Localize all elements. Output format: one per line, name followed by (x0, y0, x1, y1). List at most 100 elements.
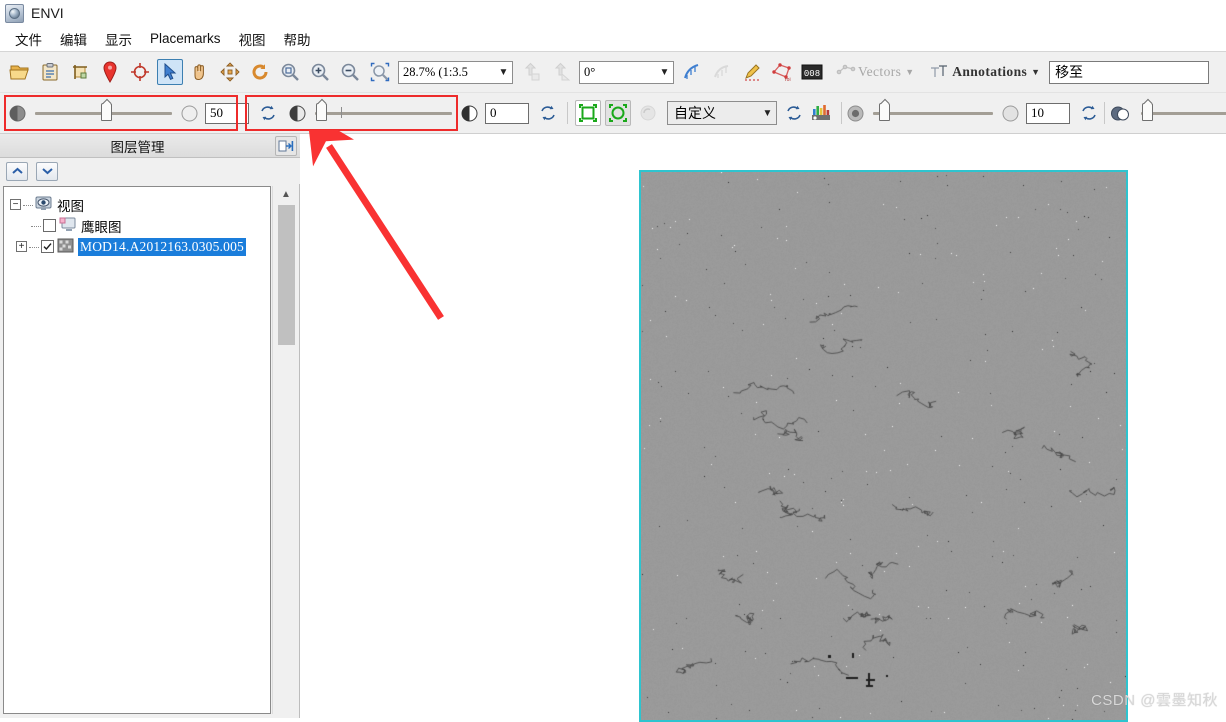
zoom-fit-icon[interactable] (277, 59, 303, 85)
expander-expand-icon[interactable]: + (16, 241, 27, 252)
envi-globe-icon (5, 3, 24, 23)
transparency-thumb[interactable] (101, 102, 112, 121)
menu-display[interactable]: 显示 (96, 27, 141, 51)
main-toolbar: 28.7% (1:3.5 ▼ 0° ▼ roi 008 Vectors ▼ An… (0, 52, 1226, 93)
menu-file[interactable]: 文件 (6, 27, 51, 51)
go-up-layer-icon[interactable] (518, 59, 544, 85)
sharpen-track[interactable] (873, 102, 993, 121)
brightness-track[interactable] (315, 102, 452, 121)
crop-icon[interactable] (67, 59, 93, 85)
layer-panel-scrollbar[interactable]: ▲ (272, 186, 299, 714)
raster-layer-icon (57, 238, 74, 256)
display-toolbar: 50 0 自定义 ▼ 10 (0, 93, 1226, 134)
svg-text:roi: roi (785, 77, 791, 82)
chevron-down-icon: ▼ (1031, 67, 1041, 77)
blend-track[interactable] (1141, 102, 1226, 121)
raster-image (641, 172, 1126, 720)
reset-brightness-icon[interactable] (538, 103, 558, 123)
blend-slider[interactable]: 0 (1110, 102, 1226, 124)
brightness-thumb[interactable] (316, 102, 327, 121)
reset-stretch-icon[interactable] (784, 103, 804, 123)
layer-manager-header: 图层管理 (0, 134, 300, 158)
zoom-select-icon[interactable] (367, 59, 393, 85)
layer-tree[interactable]: − 视图 鹰眼图 + MOD14.A2012163.0305.005 (3, 186, 271, 714)
watermark-text: CSDN @雲墨知秋 (1091, 692, 1218, 709)
menu-edit[interactable]: 编辑 (51, 27, 96, 51)
goto-input[interactable]: 移至 (1049, 60, 1210, 84)
svg-text:008: 008 (804, 69, 820, 79)
menu-view[interactable]: 视图 (230, 27, 275, 51)
layer-tree-root-label: 视图 (57, 198, 84, 214)
select-cursor-icon[interactable] (157, 59, 183, 85)
view-eye-icon (35, 196, 52, 214)
transparency-value[interactable]: 50 (205, 102, 249, 124)
move-arrows-icon[interactable] (217, 59, 243, 85)
image-view-canvas[interactable]: CSDN @雲墨知秋 (300, 134, 1226, 722)
sharpen-slider[interactable]: 10 (847, 102, 1099, 124)
pin-panel-icon[interactable] (275, 135, 297, 156)
layer-tree-item-raster-label: MOD14.A2012163.0305.005 (78, 237, 246, 256)
zoom-level-combo[interactable]: 28.7% (1:3.5 ▼ (398, 60, 513, 84)
roi-pencil-icon[interactable] (739, 59, 765, 85)
stretch-type-combo[interactable]: 自定义 ▼ (667, 101, 777, 125)
reset-transparency-icon[interactable] (258, 103, 278, 123)
rotate-icon[interactable] (247, 59, 273, 85)
raster-visibility-checkbox[interactable] (41, 240, 54, 253)
layer-manager-panel: 图层管理 − 视图 鹰眼图 + MOD14.A2012163.0305.005 … (0, 134, 300, 718)
measure-alt-icon[interactable] (709, 59, 735, 85)
go-up-layer-alt-icon[interactable] (548, 59, 574, 85)
zoom-out-icon[interactable] (337, 59, 363, 85)
stretch-circle-icon[interactable] (605, 100, 631, 126)
layer-tree-item-overview[interactable]: 鹰眼图 (4, 215, 270, 236)
zoom-level-value: 28.7% (1:3.5 (403, 64, 468, 79)
scrollbar-thumb[interactable] (278, 205, 295, 345)
placemark-pin-icon[interactable] (97, 59, 123, 85)
sharpen-thumb[interactable] (879, 102, 890, 121)
clipboard-icon[interactable] (37, 59, 63, 85)
transparency-track[interactable] (35, 102, 172, 121)
stretch-refresh-icon[interactable] (635, 100, 661, 126)
pan-hand-icon[interactable] (187, 59, 213, 85)
crosshair-icon[interactable] (127, 59, 153, 85)
overview-visibility-checkbox[interactable] (43, 219, 56, 232)
menu-bar: 文件 编辑 显示 Placemarks 视图 帮助 (0, 26, 1226, 52)
move-layer-down-button[interactable] (36, 161, 58, 181)
brightness-alt-icon (461, 105, 478, 122)
rotation-combo[interactable]: 0° ▼ (579, 60, 674, 84)
chevron-down-icon: ▼ (498, 66, 509, 78)
chevron-down-icon: ▼ (659, 66, 670, 78)
roi-tool-icon[interactable]: roi (769, 59, 795, 85)
brightness-icon (289, 105, 306, 122)
menu-help[interactable]: 帮助 (275, 27, 320, 51)
tree-connector (23, 204, 33, 206)
histogram-icon[interactable] (808, 100, 834, 126)
open-file-icon[interactable] (7, 59, 33, 85)
expander-collapse-icon[interactable]: − (10, 199, 21, 210)
brightness-slider[interactable]: 0 (289, 102, 558, 124)
transparency-slider[interactable]: 50 (9, 102, 278, 124)
opacity-none-icon (181, 105, 198, 122)
stretch-type-value: 自定义 (674, 105, 716, 121)
layer-tree-item-overview-label: 鹰眼图 (81, 219, 122, 235)
vectors-label: Vectors (858, 64, 902, 79)
blend-thumb[interactable] (1142, 102, 1153, 121)
layer-tree-root[interactable]: − 视图 (4, 194, 270, 215)
sharpen-icon (847, 105, 864, 122)
stretch-square-icon[interactable] (575, 100, 601, 126)
annotations-label: Annotations (952, 64, 1028, 79)
measure-icon[interactable] (679, 59, 705, 85)
raster-image-frame[interactable] (639, 170, 1128, 722)
layer-manager-title: 图层管理 (110, 139, 165, 155)
window-title: ENVI (31, 5, 64, 21)
zoom-in-icon[interactable] (307, 59, 333, 85)
annotations-menu[interactable]: Annotations ▼ (928, 63, 1040, 81)
sharpen-value[interactable]: 10 (1026, 102, 1070, 124)
menu-placemarks[interactable]: Placemarks (141, 29, 230, 48)
vectors-menu[interactable]: Vectors ▼ (836, 63, 914, 81)
layer-tree-item-raster[interactable]: + MOD14.A2012163.0305.005 (4, 236, 270, 257)
pixel-value-icon[interactable]: 008 (799, 59, 825, 85)
move-layer-up-button[interactable] (6, 161, 28, 181)
reset-sharpen-icon[interactable] (1079, 103, 1099, 123)
scroll-up-icon[interactable]: ▲ (273, 186, 299, 203)
brightness-value[interactable]: 0 (485, 102, 529, 124)
